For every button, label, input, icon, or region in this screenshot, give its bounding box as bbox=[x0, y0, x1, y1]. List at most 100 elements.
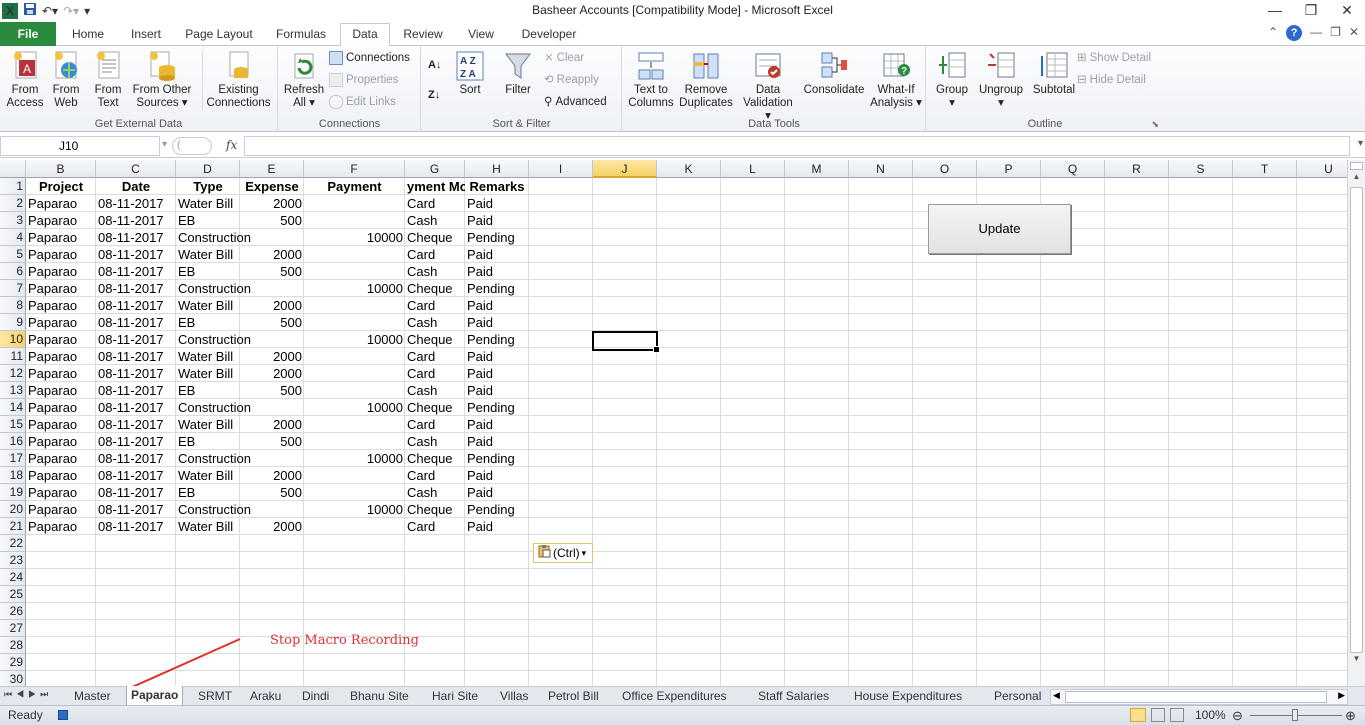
cell-c6[interactable]: 08-11-2017 bbox=[96, 263, 176, 280]
cell-b15[interactable]: Paparao bbox=[26, 416, 96, 433]
cell-g12[interactable]: Card bbox=[405, 365, 465, 382]
cell-f10[interactable]: 10000 bbox=[304, 331, 405, 348]
sheet-tab-personal[interactable]: Personal bbox=[990, 687, 1048, 706]
zoom-in-icon[interactable]: ⊕ bbox=[1345, 707, 1356, 725]
cell-h8[interactable]: Paid bbox=[465, 297, 529, 314]
cell-c3[interactable]: 08-11-2017 bbox=[96, 212, 176, 229]
cell-e9[interactable]: 500 bbox=[240, 314, 304, 331]
sort-z-to-a-icon[interactable]: Z↓ bbox=[428, 86, 440, 104]
sheet-tab-hari-site[interactable]: Hari Site bbox=[428, 687, 482, 706]
cell-e3[interactable]: 500 bbox=[240, 212, 304, 229]
column-header-d[interactable]: D bbox=[176, 160, 240, 178]
cell-e21[interactable]: 2000 bbox=[240, 518, 304, 535]
cell-h3[interactable]: Paid bbox=[465, 212, 529, 229]
cell-b20[interactable]: Paparao bbox=[26, 501, 96, 518]
existing-connections-button[interactable]: Existing Connections bbox=[202, 50, 274, 110]
cell-b10[interactable]: Paparao bbox=[26, 331, 96, 348]
row-header-17[interactable]: 17 bbox=[0, 450, 26, 467]
row-header-16[interactable]: 16 bbox=[0, 433, 26, 450]
column-header-h[interactable]: H bbox=[465, 160, 529, 178]
cell-f20[interactable]: 10000 bbox=[304, 501, 405, 518]
cell-b11[interactable]: Paparao bbox=[26, 348, 96, 365]
cell-g14[interactable]: Cheque bbox=[405, 399, 465, 416]
cell-h12[interactable]: Paid bbox=[465, 365, 529, 382]
cell-g19[interactable]: Cash bbox=[405, 484, 465, 501]
column-header-t[interactable]: T bbox=[1233, 160, 1297, 178]
advanced-button[interactable]: ⚲ Advanced bbox=[544, 93, 607, 111]
cell-e11[interactable]: 2000 bbox=[240, 348, 304, 365]
cell-e18[interactable]: 2000 bbox=[240, 467, 304, 484]
close-icon[interactable]: ✕ bbox=[1329, 0, 1365, 22]
from-text-button[interactable]: From Text bbox=[88, 50, 128, 110]
cell-d4[interactable]: Construction bbox=[176, 229, 306, 246]
cell-b12[interactable]: Paparao bbox=[26, 365, 96, 382]
cell-e5[interactable]: 2000 bbox=[240, 246, 304, 263]
row-header-30[interactable]: 30 bbox=[0, 671, 26, 686]
cell-g10[interactable]: Cheque bbox=[405, 331, 465, 348]
cell-e16[interactable]: 500 bbox=[240, 433, 304, 450]
cell-d14[interactable]: Construction bbox=[176, 399, 306, 416]
sort-button[interactable]: A ZZ A Sort bbox=[452, 50, 488, 97]
row-header-3[interactable]: 3 bbox=[0, 212, 26, 229]
row-header-8[interactable]: 8 bbox=[0, 297, 26, 314]
workbook-minimize-icon[interactable]: — bbox=[1310, 25, 1322, 41]
paste-options-button[interactable]: (Ctrl) ▾ bbox=[533, 543, 593, 563]
cell-b6[interactable]: Paparao bbox=[26, 263, 96, 280]
scroll-down-icon[interactable]: ▼ bbox=[1348, 654, 1365, 668]
text-to-columns-button[interactable]: Text to Columns bbox=[627, 50, 675, 110]
sheet-tab-office-expenditures[interactable]: Office Expenditures bbox=[618, 687, 731, 706]
update-button[interactable]: Update bbox=[928, 204, 1071, 254]
filter-button[interactable]: Filter bbox=[498, 50, 538, 97]
cell-b2[interactable]: Paparao bbox=[26, 195, 96, 212]
vertical-scrollbar[interactable]: ▲ ▼ bbox=[1347, 160, 1365, 686]
split-box[interactable] bbox=[1350, 162, 1363, 170]
row-header-15[interactable]: 15 bbox=[0, 416, 26, 433]
cell-g11[interactable]: Card bbox=[405, 348, 465, 365]
header-cell-h[interactable]: Remarks bbox=[465, 178, 529, 195]
row-header-23[interactable]: 23 bbox=[0, 552, 26, 569]
tab-page-layout[interactable]: Page Layout bbox=[180, 24, 258, 46]
sheet-tab-petrol-bill[interactable]: Petrol Bill bbox=[544, 687, 603, 706]
row-header-11[interactable]: 11 bbox=[0, 348, 26, 365]
cell-h13[interactable]: Paid bbox=[465, 382, 529, 399]
cell-h21[interactable]: Paid bbox=[465, 518, 529, 535]
scroll-right-icon[interactable]: ▶ bbox=[1338, 690, 1345, 701]
row-header-26[interactable]: 26 bbox=[0, 603, 26, 620]
column-header-g[interactable]: G bbox=[405, 160, 465, 178]
column-header-s[interactable]: S bbox=[1169, 160, 1233, 178]
column-header-f[interactable]: F bbox=[304, 160, 405, 178]
scroll-up-icon[interactable]: ▲ bbox=[1348, 172, 1365, 186]
row-header-22[interactable]: 22 bbox=[0, 535, 26, 552]
column-header-l[interactable]: L bbox=[721, 160, 785, 178]
worksheet-grid[interactable]: BCDEFGHIJKLMNOPQRSTU 1 2 3 4 5 6 7 8 9 10 11 12 13 14… bbox=[0, 160, 1347, 686]
tab-home[interactable]: Home bbox=[64, 24, 112, 46]
restore-icon[interactable]: ❐ bbox=[1293, 0, 1329, 22]
sheet-tab-dindi[interactable]: Dindi bbox=[298, 687, 333, 706]
from-access-button[interactable]: A From Access bbox=[4, 50, 46, 110]
formula-input[interactable] bbox=[244, 136, 1350, 156]
row-header-7[interactable]: 7 bbox=[0, 280, 26, 297]
from-web-button[interactable]: From Web bbox=[46, 50, 86, 110]
sheet-tab-villas[interactable]: Villas bbox=[496, 687, 532, 706]
cell-h17[interactable]: Pending bbox=[465, 450, 529, 467]
dialog-launcher-icon[interactable]: ⬊ bbox=[1151, 119, 1159, 130]
cell-g17[interactable]: Cheque bbox=[405, 450, 465, 467]
cell-h15[interactable]: Paid bbox=[465, 416, 529, 433]
cell-h20[interactable]: Pending bbox=[465, 501, 529, 518]
cell-d7[interactable]: Construction bbox=[176, 280, 306, 297]
cell-h6[interactable]: Paid bbox=[465, 263, 529, 280]
cell-b17[interactable]: Paparao bbox=[26, 450, 96, 467]
cell-b7[interactable]: Paparao bbox=[26, 280, 96, 297]
row-header-19[interactable]: 19 bbox=[0, 484, 26, 501]
cell-c10[interactable]: 08-11-2017 bbox=[96, 331, 176, 348]
header-cell-e[interactable]: Expense bbox=[240, 178, 304, 195]
row-header-12[interactable]: 12 bbox=[0, 365, 26, 382]
column-header-r[interactable]: R bbox=[1105, 160, 1169, 178]
column-header-k[interactable]: K bbox=[657, 160, 721, 178]
row-header-24[interactable]: 24 bbox=[0, 569, 26, 586]
refresh-all-button[interactable]: Refresh All ▾ bbox=[281, 50, 327, 110]
page-layout-view-icon[interactable] bbox=[1151, 708, 1165, 722]
row-header-20[interactable]: 20 bbox=[0, 501, 26, 518]
cell-g13[interactable]: Cash bbox=[405, 382, 465, 399]
cell-d20[interactable]: Construction bbox=[176, 501, 306, 518]
